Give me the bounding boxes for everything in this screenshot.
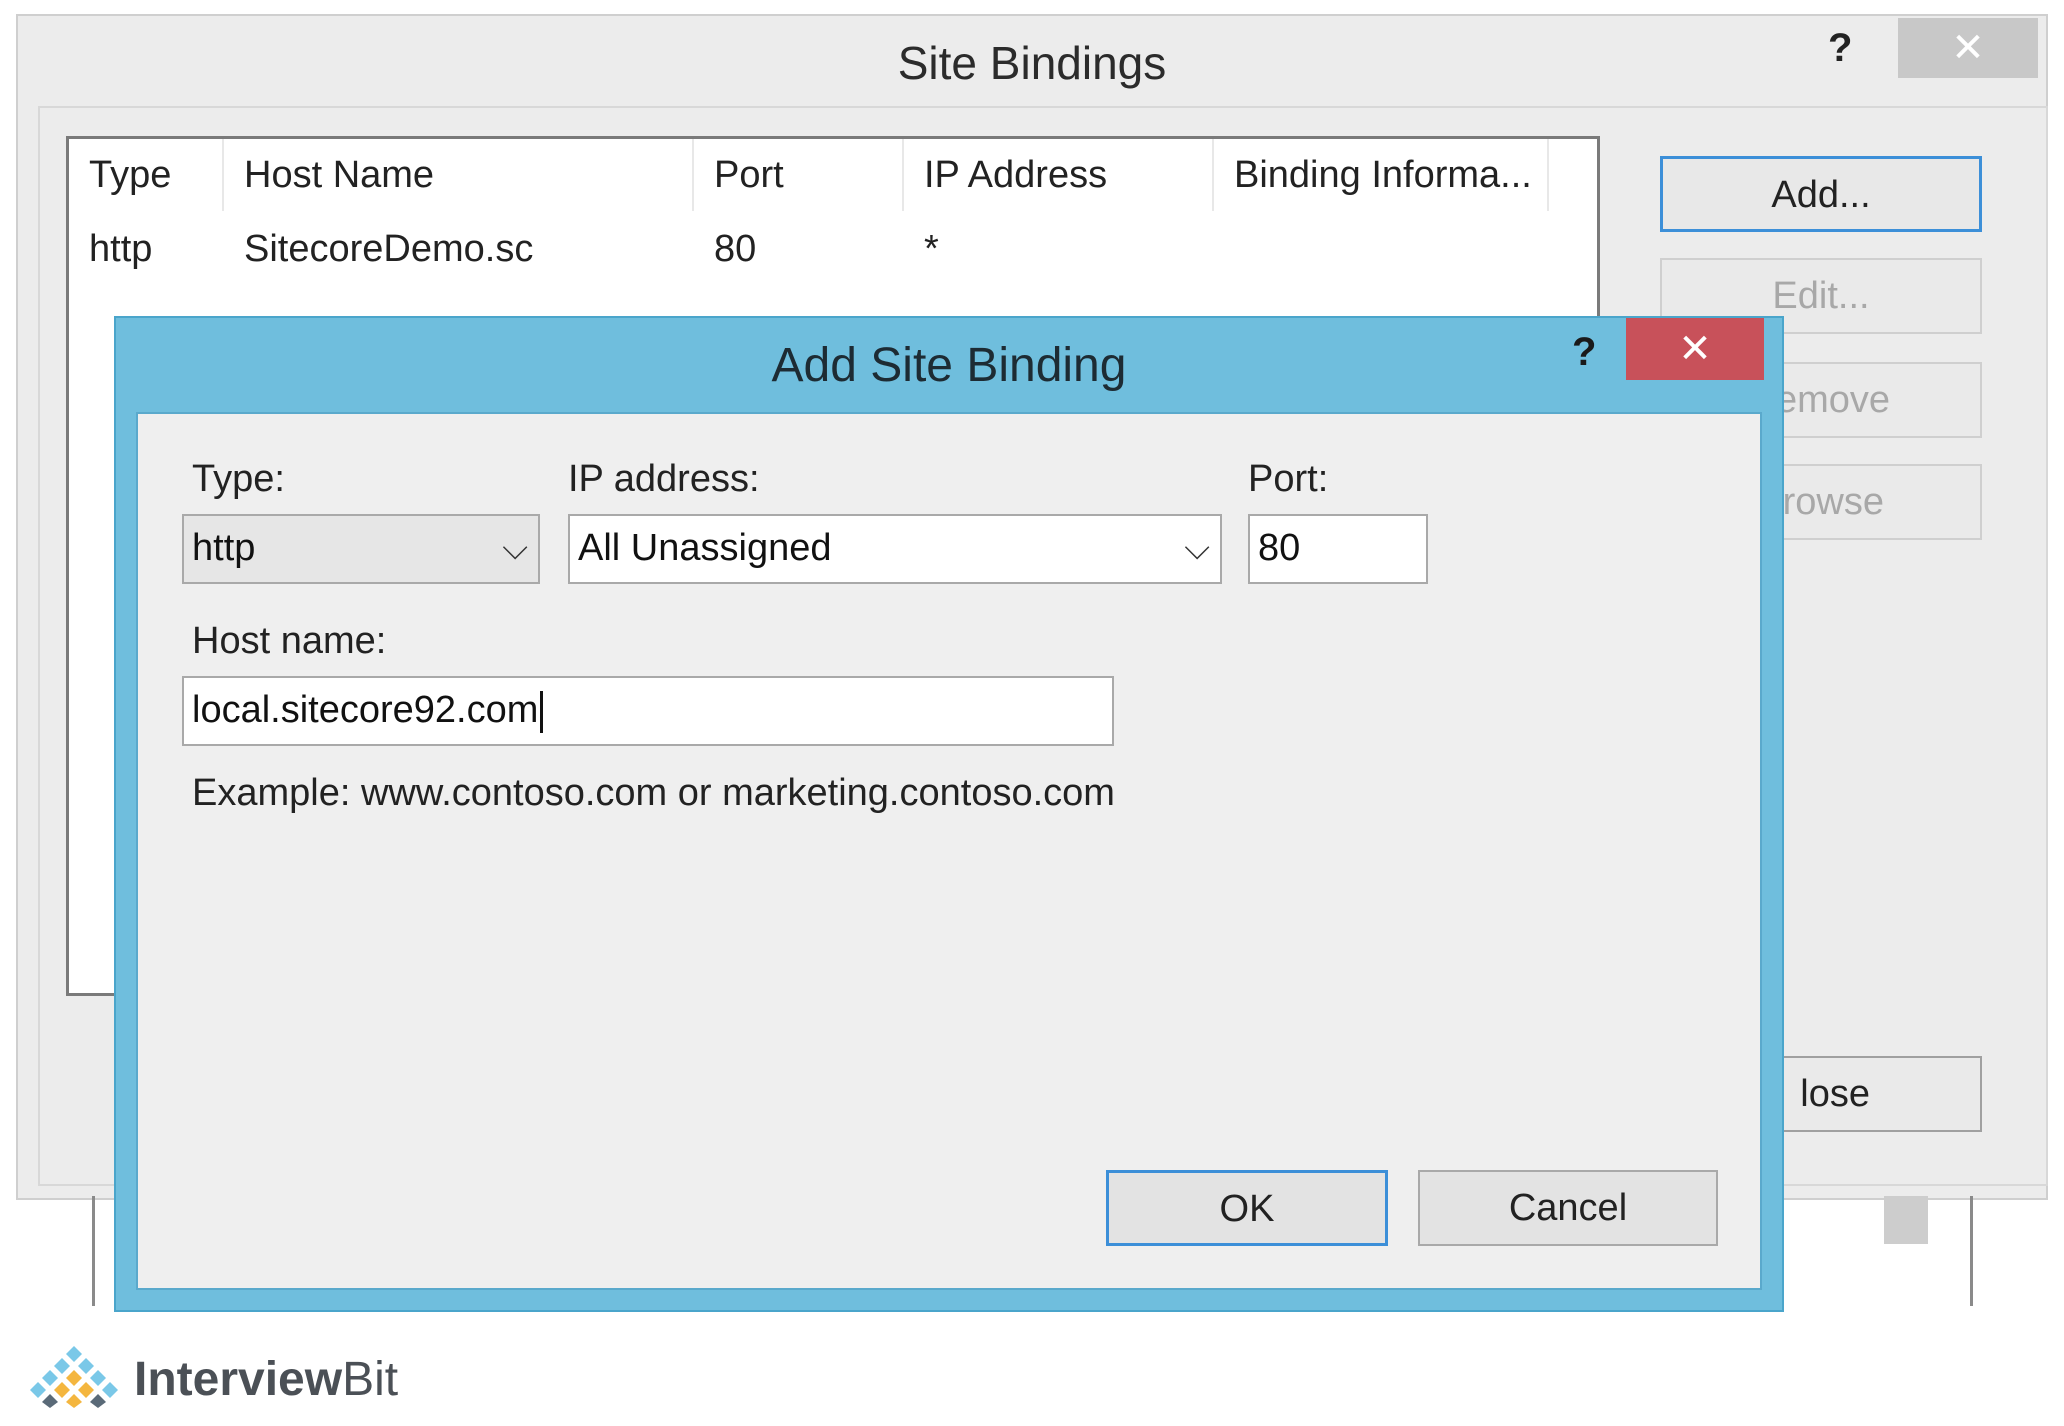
background-divider	[1970, 1196, 1973, 1306]
cell-port: 80	[714, 228, 757, 270]
ip-address-select[interactable]: All Unassigned ⌵	[568, 514, 1222, 584]
close-icon[interactable]: ✕	[1626, 318, 1764, 380]
column-header-ip-address[interactable]: IP Address	[904, 139, 1214, 211]
type-label: Type:	[192, 458, 285, 500]
add-site-binding-dialog: Add Site Binding ? ✕ Type: IP address: P…	[114, 316, 1784, 1312]
help-icon[interactable]: ?	[1828, 26, 1852, 71]
host-name-value: local.sitecore92.com	[192, 689, 539, 731]
site-bindings-title: Site Bindings	[897, 37, 1167, 89]
add-button[interactable]: Add...	[1660, 156, 1982, 232]
cell-host-name: SitecoreDemo.sc	[244, 228, 534, 270]
cell-ip-address: *	[924, 228, 939, 270]
close-icon[interactable]: ✕	[1898, 18, 2038, 78]
ip-address-value: All Unassigned	[578, 527, 832, 569]
host-name-input[interactable]: local.sitecore92.com	[182, 676, 1114, 746]
logo-text-bit: Bit	[342, 1353, 399, 1406]
interviewbit-logo: InterviewBit	[22, 1344, 398, 1414]
logo-text-interview: Interview	[134, 1353, 343, 1406]
background-divider	[92, 1196, 95, 1306]
chevron-down-icon[interactable]: ⌵	[502, 516, 528, 580]
column-header-port[interactable]: Port	[694, 139, 904, 211]
host-name-label: Host name:	[192, 620, 387, 662]
scrollbar-thumb[interactable]	[1884, 1196, 1928, 1244]
chevron-down-icon[interactable]: ⌵	[1184, 516, 1210, 580]
cancel-button[interactable]: Cancel	[1418, 1170, 1718, 1246]
logo-mark-icon	[30, 1346, 118, 1408]
dialog-body: Type: IP address: Port: http ⌵ All Unass…	[136, 412, 1762, 1290]
type-select-value: http	[192, 527, 256, 569]
ip-address-label: IP address:	[568, 458, 760, 500]
text-cursor	[540, 690, 544, 733]
column-header-host-name[interactable]: Host Name	[224, 139, 694, 211]
column-header-type[interactable]: Type	[69, 139, 224, 211]
port-value: 80	[1258, 527, 1301, 569]
column-header-binding-info[interactable]: Binding Informa...	[1214, 139, 1549, 211]
type-select[interactable]: http ⌵	[182, 514, 540, 584]
ok-button[interactable]: OK	[1106, 1170, 1388, 1246]
port-label: Port:	[1248, 458, 1329, 500]
cell-type: http	[89, 228, 153, 270]
dialog-title: Add Site Binding	[771, 339, 1127, 392]
logo-wordmark: InterviewBit	[134, 1352, 398, 1407]
host-name-example: Example: www.contoso.com or marketing.co…	[192, 772, 1115, 814]
help-icon[interactable]: ?	[1572, 330, 1596, 375]
port-input[interactable]: 80	[1248, 514, 1428, 584]
